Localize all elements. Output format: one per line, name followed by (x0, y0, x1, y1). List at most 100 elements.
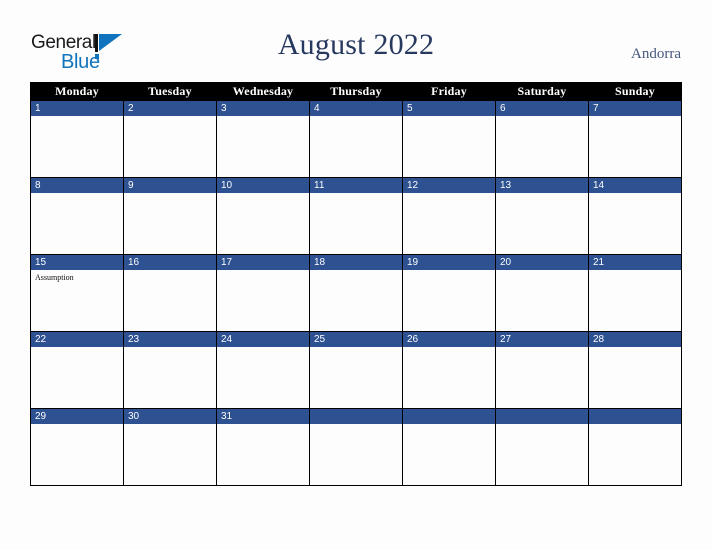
calendar-day-cell[interactable]: 25 (309, 331, 403, 409)
day-cell-body: 28 (589, 332, 681, 408)
calendar-day-cell[interactable]: 15 Assumption (30, 254, 124, 332)
day-cell-body: 31 (217, 409, 309, 485)
day-events (31, 193, 123, 196)
day-number: 7 (589, 101, 681, 116)
day-number: 10 (217, 178, 309, 193)
calendar-day-cell[interactable]: 21 (588, 254, 682, 332)
day-cell-body: 25 (310, 332, 402, 408)
calendar-day-cell[interactable]: 27 (495, 331, 589, 409)
calendar-day-cell[interactable]: 2 (123, 100, 217, 178)
calendar-day-cell[interactable]: 10 (216, 177, 310, 255)
page-title: August 2022 (277, 28, 435, 61)
weekday-header-thursday: Thursday (309, 82, 403, 101)
calendar-day-cell[interactable]: 11 (309, 177, 403, 255)
day-cell-body (403, 409, 495, 485)
calendar-day-cell[interactable]: 26 (402, 331, 496, 409)
day-cell-body: 5 (403, 101, 495, 177)
day-events (589, 116, 681, 119)
day-events (31, 116, 123, 119)
day-events: Assumption (31, 270, 123, 283)
day-number: 15 (31, 255, 123, 270)
day-events (403, 424, 495, 427)
day-events (589, 347, 681, 350)
day-cell-body: 2 (124, 101, 216, 177)
calendar-day-cell[interactable]: 22 (30, 331, 124, 409)
calendar-day-cell[interactable]: 13 (495, 177, 589, 255)
calendar-grid: Monday Tuesday Wednesday Thursday Friday… (30, 82, 682, 486)
calendar-day-cell[interactable]: 17 (216, 254, 310, 332)
day-number: 26 (403, 332, 495, 347)
calendar-day-cell[interactable]: 6 (495, 100, 589, 178)
weekday-header-friday: Friday (402, 82, 496, 101)
calendar-day-cell[interactable]: 8 (30, 177, 124, 255)
day-cell-body: 15 Assumption (31, 255, 123, 331)
calendar-day-cell[interactable]: 20 (495, 254, 589, 332)
calendar-day-cell[interactable] (309, 408, 403, 486)
calendar-week-row: 15 Assumption 16 17 18 19 20 21 (30, 254, 682, 332)
calendar-day-cell[interactable]: 23 (123, 331, 217, 409)
day-number: 31 (217, 409, 309, 424)
day-number: 24 (217, 332, 309, 347)
day-number: 28 (589, 332, 681, 347)
day-event-label: Assumption (35, 273, 74, 282)
day-cell-body: 27 (496, 332, 588, 408)
day-cell-body: 30 (124, 409, 216, 485)
day-cell-body: 13 (496, 178, 588, 254)
day-cell-body: 26 (403, 332, 495, 408)
calendar-day-cell[interactable]: 3 (216, 100, 310, 178)
day-events (496, 116, 588, 119)
calendar-day-cell[interactable]: 24 (216, 331, 310, 409)
page-header: General Blue August 2022 Andorra (0, 0, 712, 78)
calendar-page: General Blue August 2022 Andorra Monday … (0, 0, 712, 550)
calendar-day-cell[interactable]: 9 (123, 177, 217, 255)
calendar-day-cell[interactable]: 16 (123, 254, 217, 332)
calendar-day-cell[interactable]: 31 (216, 408, 310, 486)
day-cell-body: 21 (589, 255, 681, 331)
day-number: 18 (310, 255, 402, 270)
calendar-day-cell[interactable]: 1 (30, 100, 124, 178)
calendar-day-cell[interactable]: 18 (309, 254, 403, 332)
day-number: 8 (31, 178, 123, 193)
weekday-header-row: Monday Tuesday Wednesday Thursday Friday… (30, 82, 682, 101)
calendar-day-cell[interactable] (588, 408, 682, 486)
day-events (217, 424, 309, 427)
calendar-day-cell[interactable]: 30 (123, 408, 217, 486)
day-events (403, 270, 495, 273)
calendar-day-cell[interactable] (495, 408, 589, 486)
day-events (217, 270, 309, 273)
day-cell-body: 23 (124, 332, 216, 408)
day-number: 30 (124, 409, 216, 424)
calendar-day-cell[interactable] (402, 408, 496, 486)
calendar-day-cell[interactable]: 28 (588, 331, 682, 409)
day-events (403, 116, 495, 119)
calendar-day-cell[interactable]: 5 (402, 100, 496, 178)
day-events (310, 270, 402, 273)
day-events (496, 270, 588, 273)
day-cell-body: 18 (310, 255, 402, 331)
day-events (217, 347, 309, 350)
day-events (589, 424, 681, 427)
calendar-day-cell[interactable]: 7 (588, 100, 682, 178)
country-label: Andorra (631, 46, 681, 62)
day-number: 19 (403, 255, 495, 270)
day-cell-body: 1 (31, 101, 123, 177)
day-number: 5 (403, 101, 495, 116)
day-events (496, 424, 588, 427)
day-number: 4 (310, 101, 402, 116)
calendar-day-cell[interactable]: 14 (588, 177, 682, 255)
calendar-day-cell[interactable]: 4 (309, 100, 403, 178)
day-number: 17 (217, 255, 309, 270)
calendar-day-cell[interactable]: 12 (402, 177, 496, 255)
day-number (496, 409, 588, 424)
day-events (124, 193, 216, 196)
calendar-day-cell[interactable]: 29 (30, 408, 124, 486)
calendar-day-cell[interactable]: 19 (402, 254, 496, 332)
day-events (124, 116, 216, 119)
day-cell-body: 19 (403, 255, 495, 331)
day-cell-body: 12 (403, 178, 495, 254)
day-cell-body (496, 409, 588, 485)
day-events (589, 193, 681, 196)
day-cell-body: 14 (589, 178, 681, 254)
day-cell-body: 24 (217, 332, 309, 408)
day-events (31, 424, 123, 427)
